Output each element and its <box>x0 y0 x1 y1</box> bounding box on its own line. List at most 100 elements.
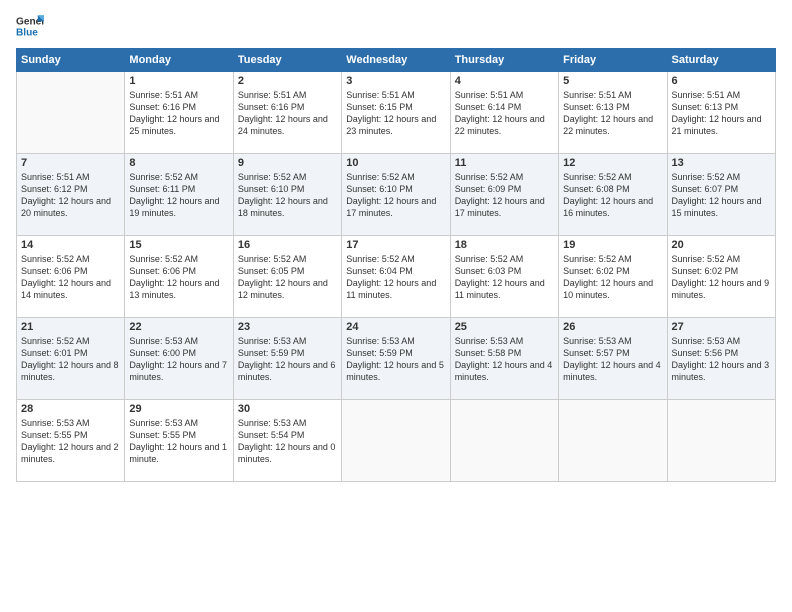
day-info: Sunrise: 5:52 AMSunset: 6:05 PMDaylight:… <box>238 253 337 302</box>
day-number: 29 <box>129 403 228 415</box>
day-number: 25 <box>455 321 554 333</box>
day-number: 19 <box>563 239 662 251</box>
day-cell: 18 Sunrise: 5:52 AMSunset: 6:03 PMDayligh… <box>450 236 558 318</box>
day-info: Sunrise: 5:52 AMSunset: 6:02 PMDaylight:… <box>563 253 662 302</box>
calendar-table: SundayMondayTuesdayWednesdayThursdayFrid… <box>16 48 776 482</box>
day-info: Sunrise: 5:51 AMSunset: 6:16 PMDaylight:… <box>238 89 337 138</box>
day-info: Sunrise: 5:52 AMSunset: 6:06 PMDaylight:… <box>129 253 228 302</box>
day-number: 6 <box>672 75 771 87</box>
svg-text:Blue: Blue <box>16 27 38 38</box>
day-info: Sunrise: 5:53 AMSunset: 5:57 PMDaylight:… <box>563 335 662 384</box>
day-cell <box>342 400 450 482</box>
day-cell: 13 Sunrise: 5:52 AMSunset: 6:07 PMDayligh… <box>667 154 775 236</box>
day-info: Sunrise: 5:53 AMSunset: 5:58 PMDaylight:… <box>455 335 554 384</box>
day-number: 27 <box>672 321 771 333</box>
day-number: 28 <box>21 403 120 415</box>
day-cell: 17 Sunrise: 5:52 AMSunset: 6:04 PMDayligh… <box>342 236 450 318</box>
day-info: Sunrise: 5:52 AMSunset: 6:10 PMDaylight:… <box>346 171 445 220</box>
day-number: 24 <box>346 321 445 333</box>
day-cell: 21Sunrise: 5:52 AMSunset: 6:01 PMDayligh… <box>17 318 125 400</box>
logo: General Blue <box>16 12 44 40</box>
col-header-saturday: Saturday <box>667 49 775 72</box>
week-row-2: 14 Sunrise: 5:52 AMSunset: 6:06 PMDayligh… <box>17 236 776 318</box>
day-cell: 5 Sunrise: 5:51 AMSunset: 6:13 PMDaylight… <box>559 72 667 154</box>
day-number: 4 <box>455 75 554 87</box>
day-cell <box>667 400 775 482</box>
col-header-friday: Friday <box>559 49 667 72</box>
day-cell: 15 Sunrise: 5:52 AMSunset: 6:06 PMDayligh… <box>125 236 233 318</box>
day-info: Sunrise: 5:53 AMSunset: 5:59 PMDaylight:… <box>238 335 337 384</box>
day-number: 13 <box>672 157 771 169</box>
day-cell <box>559 400 667 482</box>
day-cell: 3Sunrise: 5:51 AMSunset: 6:15 PMDaylight… <box>342 72 450 154</box>
col-header-wednesday: Wednesday <box>342 49 450 72</box>
day-number: 5 <box>563 75 662 87</box>
day-cell: 4 Sunrise: 5:51 AMSunset: 6:14 PMDaylight… <box>450 72 558 154</box>
day-cell: 14 Sunrise: 5:52 AMSunset: 6:06 PMDayligh… <box>17 236 125 318</box>
day-number: 3 <box>346 75 445 87</box>
day-cell: 12 Sunrise: 5:52 AMSunset: 6:08 PMDayligh… <box>559 154 667 236</box>
day-info: Sunrise: 5:53 AMSunset: 5:54 PMDaylight:… <box>238 417 337 466</box>
day-cell: 7 Sunrise: 5:51 AMSunset: 6:12 PMDaylight… <box>17 154 125 236</box>
day-cell: 6 Sunrise: 5:51 AMSunset: 6:13 PMDaylight… <box>667 72 775 154</box>
day-info: Sunrise: 5:53 AMSunset: 5:55 PMDaylight:… <box>129 417 228 466</box>
day-cell: 30 Sunrise: 5:53 AMSunset: 5:54 PMDayligh… <box>233 400 341 482</box>
day-info: Sunrise: 5:52 AMSunset: 6:03 PMDaylight:… <box>455 253 554 302</box>
day-cell: 11 Sunrise: 5:52 AMSunset: 6:09 PMDayligh… <box>450 154 558 236</box>
week-row-1: 7 Sunrise: 5:51 AMSunset: 6:12 PMDaylight… <box>17 154 776 236</box>
day-number: 9 <box>238 157 337 169</box>
day-cell: 2Sunrise: 5:51 AMSunset: 6:16 PMDaylight… <box>233 72 341 154</box>
day-info: Sunrise: 5:52 AMSunset: 6:10 PMDaylight:… <box>238 171 337 220</box>
day-info: Sunrise: 5:52 AMSunset: 6:08 PMDaylight:… <box>563 171 662 220</box>
day-number: 20 <box>672 239 771 251</box>
col-header-sunday: Sunday <box>17 49 125 72</box>
logo-icon: General Blue <box>16 12 44 40</box>
day-info: Sunrise: 5:53 AMSunset: 5:56 PMDaylight:… <box>672 335 771 384</box>
day-number: 14 <box>21 239 120 251</box>
day-info: Sunrise: 5:53 AMSunset: 5:59 PMDaylight:… <box>346 335 445 384</box>
week-row-0: 1 Sunrise: 5:51 AMSunset: 6:16 PMDaylight… <box>17 72 776 154</box>
day-info: Sunrise: 5:52 AMSunset: 6:07 PMDaylight:… <box>672 171 771 220</box>
day-cell: 1 Sunrise: 5:51 AMSunset: 6:16 PMDaylight… <box>125 72 233 154</box>
day-number: 8 <box>129 157 228 169</box>
day-info: Sunrise: 5:51 AMSunset: 6:16 PMDaylight:… <box>129 89 228 138</box>
day-info: Sunrise: 5:51 AMSunset: 6:12 PMDaylight:… <box>21 171 120 220</box>
day-number: 7 <box>21 157 120 169</box>
day-cell: 20 Sunrise: 5:52 AMSunset: 6:02 PMDayligh… <box>667 236 775 318</box>
header: General Blue <box>16 12 776 40</box>
day-cell: 16Sunrise: 5:52 AMSunset: 6:05 PMDayligh… <box>233 236 341 318</box>
day-number: 1 <box>129 75 228 87</box>
day-info: Sunrise: 5:52 AMSunset: 6:06 PMDaylight:… <box>21 253 120 302</box>
day-info: Sunrise: 5:51 AMSunset: 6:13 PMDaylight:… <box>672 89 771 138</box>
day-cell: 27 Sunrise: 5:53 AMSunset: 5:56 PMDayligh… <box>667 318 775 400</box>
day-info: Sunrise: 5:52 AMSunset: 6:04 PMDaylight:… <box>346 253 445 302</box>
day-number: 10 <box>346 157 445 169</box>
day-info: Sunrise: 5:52 AMSunset: 6:09 PMDaylight:… <box>455 171 554 220</box>
day-number: 26 <box>563 321 662 333</box>
day-number: 12 <box>563 157 662 169</box>
calendar-page: General Blue SundayMondayTuesdayWednesda… <box>0 0 792 612</box>
day-number: 11 <box>455 157 554 169</box>
week-row-3: 21Sunrise: 5:52 AMSunset: 6:01 PMDayligh… <box>17 318 776 400</box>
week-row-4: 28 Sunrise: 5:53 AMSunset: 5:55 PMDayligh… <box>17 400 776 482</box>
day-info: Sunrise: 5:52 AMSunset: 6:02 PMDaylight:… <box>672 253 771 302</box>
day-cell: 23 Sunrise: 5:53 AMSunset: 5:59 PMDayligh… <box>233 318 341 400</box>
col-header-thursday: Thursday <box>450 49 558 72</box>
day-cell: 9 Sunrise: 5:52 AMSunset: 6:10 PMDaylight… <box>233 154 341 236</box>
day-cell: 19 Sunrise: 5:52 AMSunset: 6:02 PMDayligh… <box>559 236 667 318</box>
day-number: 23 <box>238 321 337 333</box>
day-cell: 29 Sunrise: 5:53 AMSunset: 5:55 PMDayligh… <box>125 400 233 482</box>
day-info: Sunrise: 5:51 AMSunset: 6:13 PMDaylight:… <box>563 89 662 138</box>
day-number: 30 <box>238 403 337 415</box>
day-number: 15 <box>129 239 228 251</box>
day-cell: 28Sunrise: 5:53 AMSunset: 5:55 PMDayligh… <box>17 400 125 482</box>
day-cell: 8 Sunrise: 5:52 AMSunset: 6:11 PMDaylight… <box>125 154 233 236</box>
day-number: 17 <box>346 239 445 251</box>
day-number: 18 <box>455 239 554 251</box>
day-info: Sunrise: 5:51 AMSunset: 6:14 PMDaylight:… <box>455 89 554 138</box>
day-cell <box>17 72 125 154</box>
day-cell: 26 Sunrise: 5:53 AMSunset: 5:57 PMDayligh… <box>559 318 667 400</box>
day-info: Sunrise: 5:52 AMSunset: 6:11 PMDaylight:… <box>129 171 228 220</box>
day-cell: 24 Sunrise: 5:53 AMSunset: 5:59 PMDayligh… <box>342 318 450 400</box>
day-info: Sunrise: 5:52 AMSunset: 6:01 PMDaylight:… <box>21 335 120 384</box>
